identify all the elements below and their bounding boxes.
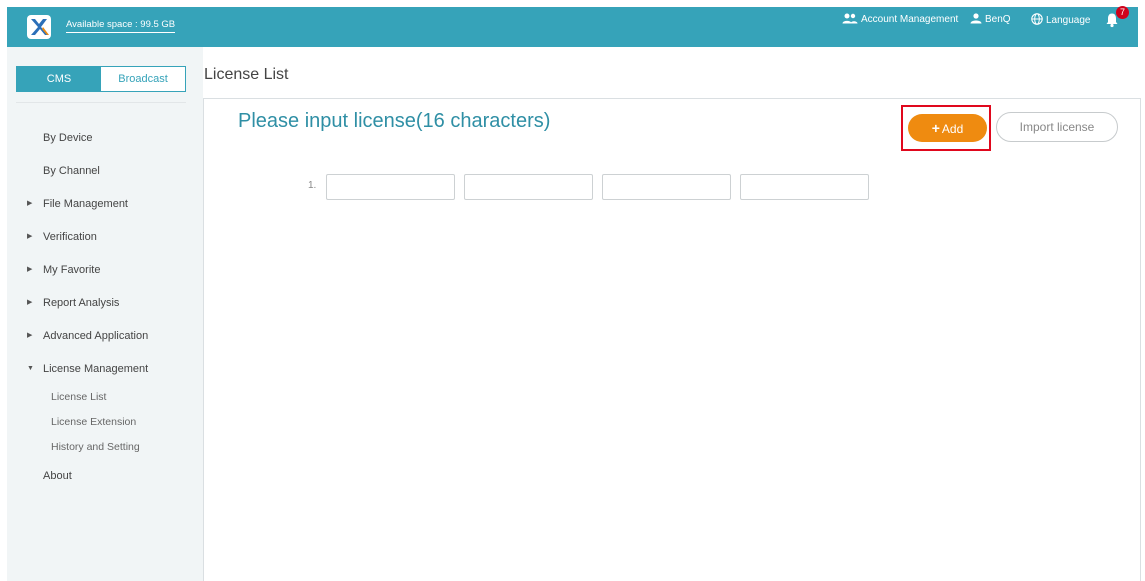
app-window: Available space : 99.5 GB Account Manage… [0,0,1145,581]
caret-down-icon: ▼ [27,365,34,372]
page-title: License List [204,66,289,83]
user-menu[interactable]: BenQ [970,13,1011,26]
language-menu[interactable]: Language [1031,13,1091,27]
account-management-label: Account Management [861,14,959,25]
license-input-4[interactable] [740,174,869,200]
sidebar-item-about[interactable]: About [43,469,72,483]
sidebar-item-verification[interactable]: Verification [43,230,97,244]
sidebar [7,47,203,581]
user-name-label: BenQ [985,14,1011,25]
tab-cms[interactable]: CMS [17,67,101,91]
license-input-heading: Please input license(16 characters) [238,110,551,132]
sidebar-item-by-channel[interactable]: By Channel [43,164,100,178]
language-label: Language [1046,15,1091,26]
caret-right-icon: ▶ [27,266,33,273]
license-input-3[interactable] [602,174,731,200]
sidebar-subitem-history-and-setting[interactable]: History and Setting [51,441,140,454]
user-icon [970,13,982,24]
plus-icon: + [931,120,940,136]
caret-right-icon: ▶ [27,200,33,207]
mode-tabs: CMS Broadcast [16,66,186,92]
sidebar-divider [16,102,186,103]
license-row-number: 1. [308,180,317,191]
sidebar-item-advanced-application[interactable]: Advanced Application [43,329,148,343]
license-input-1[interactable] [326,174,455,200]
caret-right-icon: ▶ [27,233,33,240]
caret-right-icon: ▶ [27,299,33,306]
import-license-button[interactable]: Import license [996,112,1118,142]
notification-badge: 7 [1116,6,1129,19]
available-space-text: Available space : 99.5 GB [66,19,176,33]
app-logo-icon[interactable] [27,15,51,39]
sidebar-item-file-management[interactable]: File Management [43,197,128,211]
sidebar-item-by-device[interactable]: By Device [43,131,93,145]
globe-icon [1031,13,1043,25]
sidebar-subitem-license-extension[interactable]: License Extension [51,416,136,429]
top-bar: Available space : 99.5 GB [7,7,1138,47]
users-icon [842,13,858,24]
add-button[interactable]: + Add [908,114,987,142]
tab-broadcast[interactable]: Broadcast [101,67,185,91]
sidebar-item-report-analysis[interactable]: Report Analysis [43,296,119,310]
sidebar-subitem-license-list[interactable]: License List [51,391,106,404]
license-input-2[interactable] [464,174,593,200]
sidebar-item-license-management[interactable]: License Management [43,362,148,376]
caret-right-icon: ▶ [27,332,33,339]
account-management-link[interactable]: Account Management [842,13,958,26]
sidebar-item-my-favorite[interactable]: My Favorite [43,263,100,277]
license-panel [203,98,1141,581]
add-button-label: Add [941,122,964,136]
